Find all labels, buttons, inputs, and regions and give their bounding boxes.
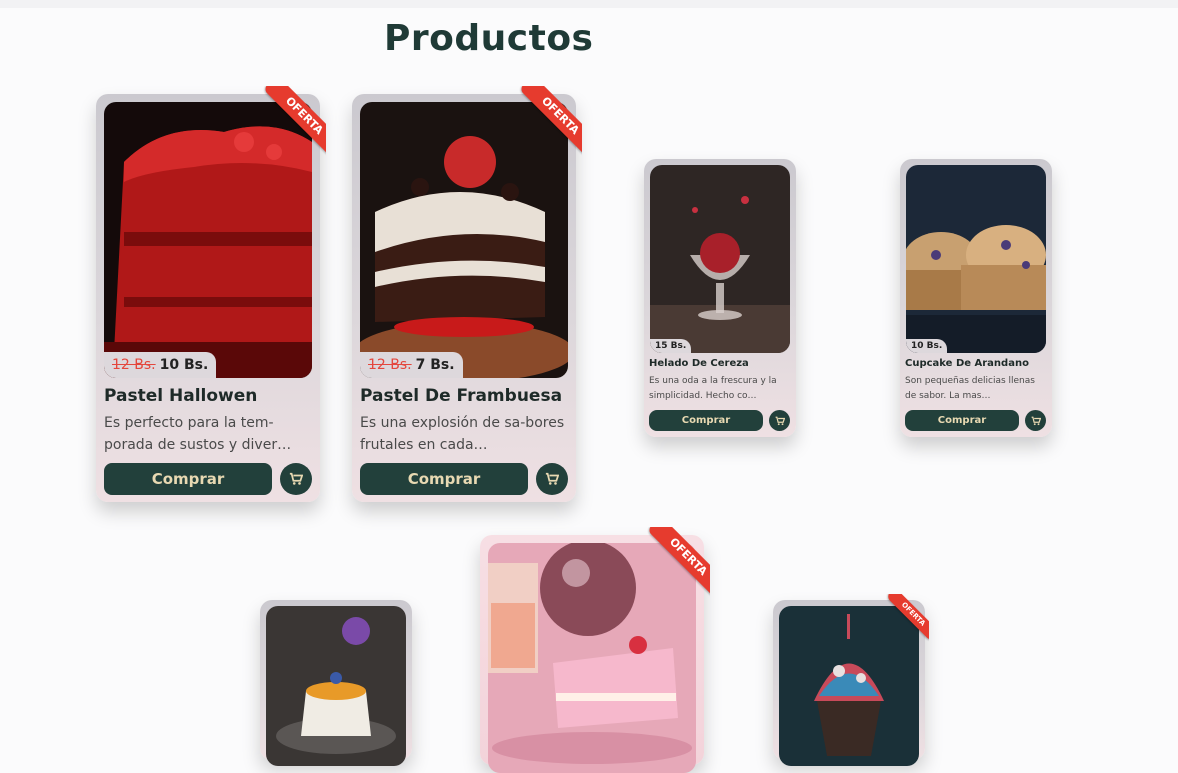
product-card-helado-cereza[interactable]: 15 Bs. Helado De Cereza Es una oda a la …	[644, 159, 796, 437]
product-name: Pastel De Frambuesa	[360, 386, 563, 406]
product-description: Es perfecto para la tem-porada de sustos…	[104, 415, 292, 453]
price: 15 Bs.	[655, 341, 687, 351]
product-description: Es una oda a la frescura y la simplicida…	[649, 376, 777, 401]
cart-icon	[289, 472, 303, 485]
buy-button[interactable]: Comprar	[649, 410, 763, 431]
product-image[interactable]: 10 Bs.	[906, 165, 1046, 353]
old-price: 12 Bs.	[112, 357, 156, 373]
old-price: 12 Bs.	[368, 357, 412, 373]
cart-icon	[1031, 416, 1041, 425]
cart-button[interactable]	[280, 463, 312, 495]
page-title: Productos	[384, 18, 594, 59]
product-card-pastel-hallowen[interactable]: 12 Bs. 10 Bs. Pastel Hallowen Es perfecto…	[96, 86, 326, 502]
product-image[interactable]: 15 Bs.	[650, 165, 790, 353]
product-card-pastel-frambuesa[interactable]: 12 Bs. 7 Bs. Pastel De Frambuesa Es una e…	[352, 86, 582, 502]
price-badge: 15 Bs.	[650, 339, 692, 353]
product-description: Son pequeñas delicias llenas de sabor. L…	[905, 376, 1035, 401]
product-name: Pastel Hallowen	[104, 386, 258, 406]
buy-button[interactable]: Comprar	[360, 463, 528, 495]
offer-ribbon: OFERTA	[252, 86, 326, 160]
cart-button[interactable]	[536, 463, 568, 495]
top-bar	[0, 0, 1178, 8]
product-card-cupcake-arandano[interactable]: 10 Bs. Cupcake De Arandano Son pequeñas …	[900, 159, 1052, 437]
buy-button[interactable]: Comprar	[905, 410, 1019, 431]
cart-button[interactable]	[1025, 410, 1046, 431]
product-name: Helado De Cereza	[649, 358, 749, 369]
price-badge: 12 Bs. 10 Bs.	[104, 352, 217, 378]
cart-icon	[545, 472, 559, 485]
price-badge: 10 Bs.	[906, 339, 948, 353]
product-image[interactable]	[266, 606, 406, 766]
product-name: Cupcake De Arandano	[905, 358, 1029, 369]
product-description: Es una explosión de sa-bores frutales en…	[360, 415, 565, 453]
offer-ribbon: OFERTA	[508, 86, 582, 160]
price: 7 Bs.	[415, 357, 455, 373]
product-card-pastel-rosa[interactable]: OFERTA	[480, 527, 710, 773]
cart-icon	[775, 416, 785, 425]
offer-ribbon: OFERTA	[879, 594, 929, 644]
product-card-panna-cotta[interactable]	[260, 600, 412, 766]
price: 10 Bs.	[159, 357, 209, 373]
price-badge: 12 Bs. 7 Bs.	[360, 352, 463, 378]
offer-ribbon: OFERTA	[636, 527, 710, 601]
buy-button[interactable]: Comprar	[104, 463, 272, 495]
cart-button[interactable]	[769, 410, 790, 431]
price: 10 Bs.	[911, 341, 943, 351]
product-card-cupcake-colorido[interactable]: OFERTA	[773, 594, 929, 766]
